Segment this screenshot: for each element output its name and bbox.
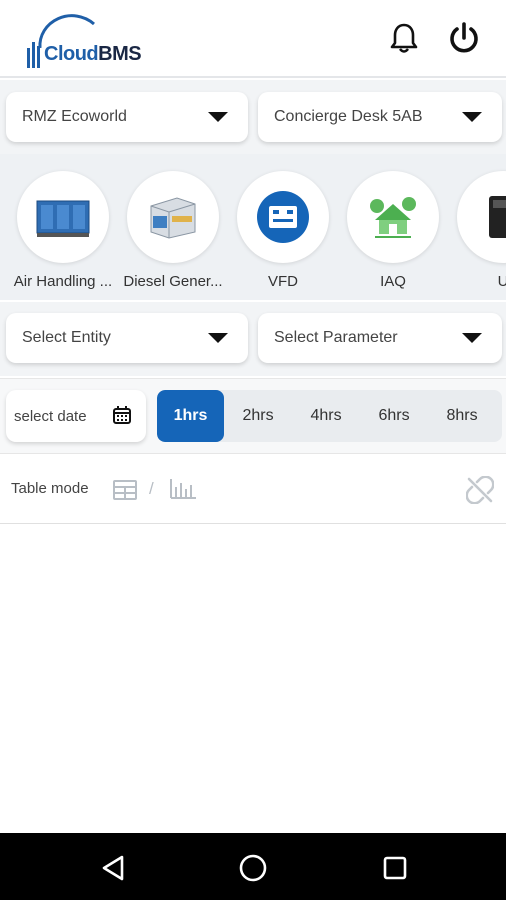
site-dropdown-value: RMZ Ecoworld xyxy=(22,108,127,125)
category-icon-circle xyxy=(237,171,329,263)
app-header: CloudBMS xyxy=(0,0,506,78)
category-label: VFD xyxy=(268,273,298,290)
category-icon-circle xyxy=(457,171,506,263)
ups-icon xyxy=(489,196,506,238)
power-icon xyxy=(450,22,478,53)
date-picker-button[interactable]: select date xyxy=(6,390,146,442)
site-filter-row: RMZ Ecoworld Concierge Desk 5AB xyxy=(0,80,506,154)
category-label: U xyxy=(497,273,506,290)
nav-home-button[interactable] xyxy=(236,851,270,885)
unlink-icon[interactable] xyxy=(466,476,494,504)
location-dropdown[interactable]: Concierge Desk 5AB xyxy=(258,92,502,142)
category-iaq[interactable]: IAQ xyxy=(338,171,448,290)
location-dropdown-value: Concierge Desk 5AB xyxy=(274,108,423,125)
site-dropdown[interactable]: RMZ Ecoworld xyxy=(6,92,248,142)
logout-button[interactable] xyxy=(446,20,482,56)
chevron-down-icon xyxy=(462,333,482,343)
view-mode-row: Table mode / xyxy=(0,456,506,524)
notifications-button[interactable] xyxy=(386,20,422,56)
logo-text: CloudBMS xyxy=(44,43,142,65)
parameter-dropdown[interactable]: Select Parameter xyxy=(258,313,502,363)
equipment-category-strip[interactable]: Air Handling ... Diesel Gener... VFD IAQ… xyxy=(0,154,506,300)
system-nav-bar xyxy=(0,833,506,900)
entity-filter-row: Select Entity Select Parameter xyxy=(0,302,506,376)
parameter-dropdown-placeholder: Select Parameter xyxy=(274,329,398,346)
bell-icon xyxy=(390,23,418,53)
date-picker-placeholder: select date xyxy=(14,407,87,425)
iaq-house-icon xyxy=(370,197,416,238)
entity-dropdown[interactable]: Select Entity xyxy=(6,313,248,363)
time-range-6hrs[interactable]: 6hrs xyxy=(360,390,428,442)
entity-dropdown-placeholder: Select Entity xyxy=(22,329,111,346)
nav-back-button[interactable] xyxy=(96,851,130,885)
category-air-handling[interactable]: Air Handling ... xyxy=(8,171,118,290)
category-icon-circle xyxy=(17,171,109,263)
time-range-2hrs[interactable]: 2hrs xyxy=(224,390,292,442)
chart-view-icon[interactable] xyxy=(170,479,196,499)
chevron-down-icon xyxy=(208,333,228,343)
nav-recents-button[interactable] xyxy=(378,851,412,885)
back-triangle-icon xyxy=(102,855,124,881)
category-label: Diesel Gener... xyxy=(123,273,223,290)
time-range-selector: 1hrs 2hrs 4hrs 6hrs 8hrs xyxy=(157,390,502,442)
time-range-8hrs[interactable]: 8hrs xyxy=(428,390,496,442)
category-icon-circle xyxy=(127,171,219,263)
time-range-1hrs[interactable]: 1hrs xyxy=(157,390,224,442)
view-mode-separator: / xyxy=(149,479,154,498)
table-view-icon[interactable] xyxy=(113,480,137,500)
category-diesel-generator[interactable]: Diesel Gener... xyxy=(118,171,228,290)
recents-square-icon xyxy=(383,856,407,880)
home-circle-icon xyxy=(239,854,267,882)
time-filter-row: select date 1hrs 2hrs 4hrs 6hrs 8hrs xyxy=(0,378,506,454)
category-label: IAQ xyxy=(380,273,406,290)
vfd-icon xyxy=(257,191,309,243)
chevron-down-icon xyxy=(462,112,482,122)
view-mode-label: Table mode xyxy=(11,480,89,497)
category-label: Air Handling ... xyxy=(13,273,113,290)
time-range-4hrs[interactable]: 4hrs xyxy=(292,390,360,442)
category-icon-circle xyxy=(347,171,439,263)
category-ups[interactable]: U xyxy=(448,171,506,290)
ahu-unit-icon xyxy=(36,200,90,237)
category-vfd[interactable]: VFD xyxy=(228,171,338,290)
diesel-generator-icon xyxy=(150,197,196,239)
chevron-down-icon xyxy=(208,112,228,122)
calendar-icon xyxy=(113,406,131,424)
